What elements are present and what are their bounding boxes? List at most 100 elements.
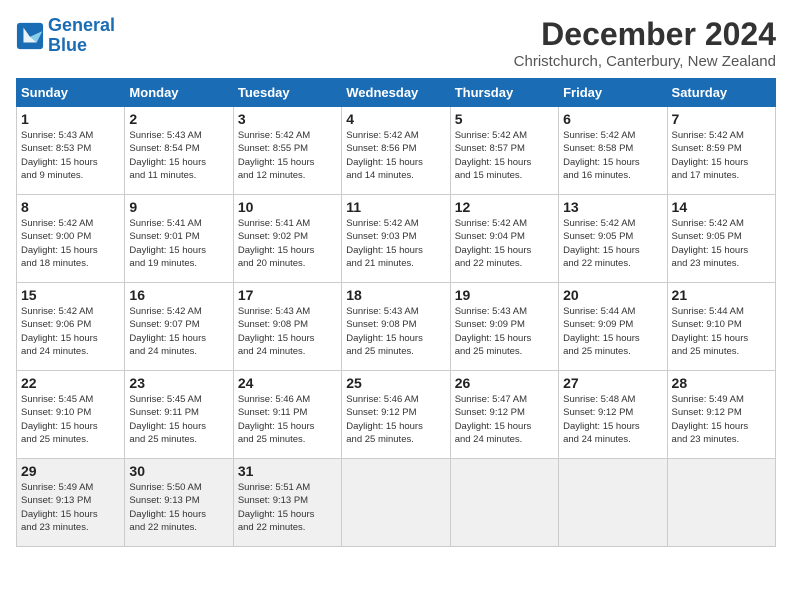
day-info: Sunrise: 5:42 AM Sunset: 8:59 PM Dayligh…	[672, 129, 771, 182]
day-number: 11	[346, 199, 445, 215]
calendar-cell	[342, 459, 450, 547]
calendar-cell: 4 Sunrise: 5:42 AM Sunset: 8:56 PM Dayli…	[342, 107, 450, 195]
weekday-header-sunday: Sunday	[17, 79, 125, 107]
day-info: Sunrise: 5:42 AM Sunset: 8:55 PM Dayligh…	[238, 129, 337, 182]
day-number: 31	[238, 463, 337, 479]
day-info: Sunrise: 5:43 AM Sunset: 9:09 PM Dayligh…	[455, 305, 554, 358]
day-info: Sunrise: 5:41 AM Sunset: 9:01 PM Dayligh…	[129, 217, 228, 270]
calendar-cell: 13 Sunrise: 5:42 AM Sunset: 9:05 PM Dayl…	[559, 195, 667, 283]
day-info: Sunrise: 5:49 AM Sunset: 9:13 PM Dayligh…	[21, 481, 120, 534]
calendar-cell: 15 Sunrise: 5:42 AM Sunset: 9:06 PM Dayl…	[17, 283, 125, 371]
calendar-cell: 17 Sunrise: 5:43 AM Sunset: 9:08 PM Dayl…	[233, 283, 341, 371]
day-number: 25	[346, 375, 445, 391]
day-info: Sunrise: 5:44 AM Sunset: 9:09 PM Dayligh…	[563, 305, 662, 358]
day-number: 9	[129, 199, 228, 215]
calendar-cell: 28 Sunrise: 5:49 AM Sunset: 9:12 PM Dayl…	[667, 371, 775, 459]
calendar-cell: 6 Sunrise: 5:42 AM Sunset: 8:58 PM Dayli…	[559, 107, 667, 195]
week-row-1: 1 Sunrise: 5:43 AM Sunset: 8:53 PM Dayli…	[17, 107, 776, 195]
week-row-5: 29 Sunrise: 5:49 AM Sunset: 9:13 PM Dayl…	[17, 459, 776, 547]
day-number: 20	[563, 287, 662, 303]
calendar-table: SundayMondayTuesdayWednesdayThursdayFrid…	[16, 78, 776, 547]
weekday-header-tuesday: Tuesday	[233, 79, 341, 107]
calendar-cell: 9 Sunrise: 5:41 AM Sunset: 9:01 PM Dayli…	[125, 195, 233, 283]
week-row-2: 8 Sunrise: 5:42 AM Sunset: 9:00 PM Dayli…	[17, 195, 776, 283]
weekday-header-row: SundayMondayTuesdayWednesdayThursdayFrid…	[17, 79, 776, 107]
day-info: Sunrise: 5:42 AM Sunset: 8:57 PM Dayligh…	[455, 129, 554, 182]
day-number: 8	[21, 199, 120, 215]
day-info: Sunrise: 5:42 AM Sunset: 9:05 PM Dayligh…	[672, 217, 771, 270]
day-info: Sunrise: 5:44 AM Sunset: 9:10 PM Dayligh…	[672, 305, 771, 358]
logo-icon	[16, 22, 44, 50]
calendar-cell: 22 Sunrise: 5:45 AM Sunset: 9:10 PM Dayl…	[17, 371, 125, 459]
day-number: 17	[238, 287, 337, 303]
calendar-cell: 16 Sunrise: 5:42 AM Sunset: 9:07 PM Dayl…	[125, 283, 233, 371]
day-info: Sunrise: 5:43 AM Sunset: 8:53 PM Dayligh…	[21, 129, 120, 182]
day-info: Sunrise: 5:42 AM Sunset: 9:05 PM Dayligh…	[563, 217, 662, 270]
day-number: 5	[455, 111, 554, 127]
day-number: 2	[129, 111, 228, 127]
day-number: 26	[455, 375, 554, 391]
day-number: 21	[672, 287, 771, 303]
calendar-cell	[559, 459, 667, 547]
day-info: Sunrise: 5:45 AM Sunset: 9:10 PM Dayligh…	[21, 393, 120, 446]
day-number: 27	[563, 375, 662, 391]
calendar-cell: 23 Sunrise: 5:45 AM Sunset: 9:11 PM Dayl…	[125, 371, 233, 459]
day-info: Sunrise: 5:43 AM Sunset: 9:08 PM Dayligh…	[238, 305, 337, 358]
calendar-cell	[667, 459, 775, 547]
day-info: Sunrise: 5:43 AM Sunset: 8:54 PM Dayligh…	[129, 129, 228, 182]
calendar-cell: 12 Sunrise: 5:42 AM Sunset: 9:04 PM Dayl…	[450, 195, 558, 283]
day-number: 29	[21, 463, 120, 479]
day-info: Sunrise: 5:42 AM Sunset: 9:06 PM Dayligh…	[21, 305, 120, 358]
calendar-cell: 27 Sunrise: 5:48 AM Sunset: 9:12 PM Dayl…	[559, 371, 667, 459]
day-info: Sunrise: 5:42 AM Sunset: 9:00 PM Dayligh…	[21, 217, 120, 270]
day-info: Sunrise: 5:42 AM Sunset: 9:07 PM Dayligh…	[129, 305, 228, 358]
calendar-cell: 20 Sunrise: 5:44 AM Sunset: 9:09 PM Dayl…	[559, 283, 667, 371]
title-area: December 2024 Christchurch, Canterbury, …	[514, 16, 776, 70]
day-number: 22	[21, 375, 120, 391]
calendar-cell: 29 Sunrise: 5:49 AM Sunset: 9:13 PM Dayl…	[17, 459, 125, 547]
day-info: Sunrise: 5:45 AM Sunset: 9:11 PM Dayligh…	[129, 393, 228, 446]
location-subtitle: Christchurch, Canterbury, New Zealand	[514, 53, 776, 70]
calendar-cell: 5 Sunrise: 5:42 AM Sunset: 8:57 PM Dayli…	[450, 107, 558, 195]
calendar-cell	[450, 459, 558, 547]
day-info: Sunrise: 5:46 AM Sunset: 9:12 PM Dayligh…	[346, 393, 445, 446]
calendar-cell: 7 Sunrise: 5:42 AM Sunset: 8:59 PM Dayli…	[667, 107, 775, 195]
weekday-header-wednesday: Wednesday	[342, 79, 450, 107]
day-number: 18	[346, 287, 445, 303]
day-number: 12	[455, 199, 554, 215]
day-number: 30	[129, 463, 228, 479]
day-number: 1	[21, 111, 120, 127]
day-number: 10	[238, 199, 337, 215]
calendar-cell: 14 Sunrise: 5:42 AM Sunset: 9:05 PM Dayl…	[667, 195, 775, 283]
weekday-header-saturday: Saturday	[667, 79, 775, 107]
day-number: 14	[672, 199, 771, 215]
day-number: 28	[672, 375, 771, 391]
month-title: December 2024	[514, 16, 776, 53]
day-info: Sunrise: 5:42 AM Sunset: 9:03 PM Dayligh…	[346, 217, 445, 270]
day-number: 24	[238, 375, 337, 391]
weekday-header-thursday: Thursday	[450, 79, 558, 107]
calendar-cell: 24 Sunrise: 5:46 AM Sunset: 9:11 PM Dayl…	[233, 371, 341, 459]
calendar-cell: 18 Sunrise: 5:43 AM Sunset: 9:08 PM Dayl…	[342, 283, 450, 371]
day-info: Sunrise: 5:50 AM Sunset: 9:13 PM Dayligh…	[129, 481, 228, 534]
weekday-header-monday: Monday	[125, 79, 233, 107]
day-number: 15	[21, 287, 120, 303]
header: General Blue December 2024 Christchurch,…	[16, 16, 776, 70]
day-number: 6	[563, 111, 662, 127]
calendar-cell: 31 Sunrise: 5:51 AM Sunset: 9:13 PM Dayl…	[233, 459, 341, 547]
calendar-cell: 3 Sunrise: 5:42 AM Sunset: 8:55 PM Dayli…	[233, 107, 341, 195]
day-number: 3	[238, 111, 337, 127]
day-info: Sunrise: 5:41 AM Sunset: 9:02 PM Dayligh…	[238, 217, 337, 270]
calendar-cell: 30 Sunrise: 5:50 AM Sunset: 9:13 PM Dayl…	[125, 459, 233, 547]
day-info: Sunrise: 5:46 AM Sunset: 9:11 PM Dayligh…	[238, 393, 337, 446]
logo: General Blue	[16, 16, 115, 56]
day-info: Sunrise: 5:49 AM Sunset: 9:12 PM Dayligh…	[672, 393, 771, 446]
calendar-cell: 21 Sunrise: 5:44 AM Sunset: 9:10 PM Dayl…	[667, 283, 775, 371]
day-number: 19	[455, 287, 554, 303]
day-number: 16	[129, 287, 228, 303]
calendar-cell: 26 Sunrise: 5:47 AM Sunset: 9:12 PM Dayl…	[450, 371, 558, 459]
logo-text: General Blue	[48, 16, 115, 56]
week-row-4: 22 Sunrise: 5:45 AM Sunset: 9:10 PM Dayl…	[17, 371, 776, 459]
calendar-cell: 1 Sunrise: 5:43 AM Sunset: 8:53 PM Dayli…	[17, 107, 125, 195]
week-row-3: 15 Sunrise: 5:42 AM Sunset: 9:06 PM Dayl…	[17, 283, 776, 371]
